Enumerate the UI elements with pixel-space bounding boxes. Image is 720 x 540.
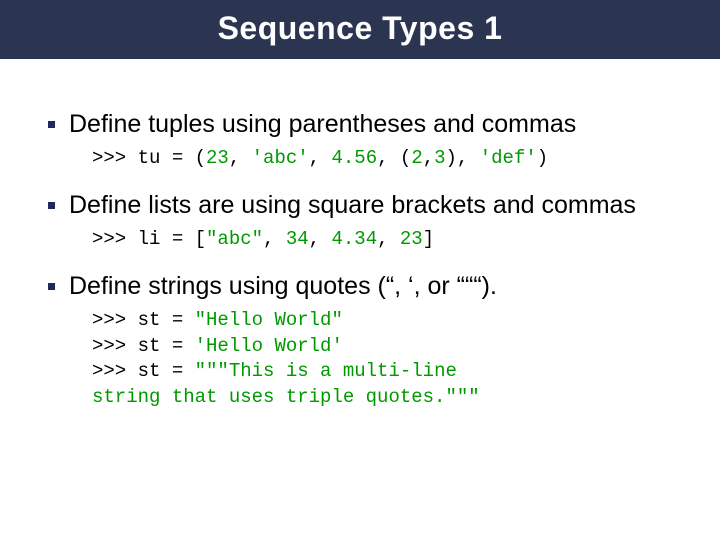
bullet-icon bbox=[48, 121, 55, 128]
bullet-item: Define strings using quotes (“, ‘, or ““… bbox=[48, 271, 680, 302]
bullet-icon bbox=[48, 202, 55, 209]
bullet-icon bbox=[48, 283, 55, 290]
bullet-text: Define strings using quotes (“, ‘, or ““… bbox=[69, 271, 497, 302]
bullet-text: Define tuples using parentheses and comm… bbox=[69, 109, 576, 140]
slide-content: Define tuples using parentheses and comm… bbox=[0, 109, 720, 411]
bullet-item: Define lists are using square brackets a… bbox=[48, 190, 680, 221]
bullet-item: Define tuples using parentheses and comm… bbox=[48, 109, 680, 140]
bullet-text: Define lists are using square brackets a… bbox=[69, 190, 636, 221]
slide-title: Sequence Types 1 bbox=[0, 10, 720, 47]
code-block: >>> tu = (23, 'abc', 4.56, (2,3), 'def') bbox=[92, 146, 680, 172]
title-bar: Sequence Types 1 bbox=[0, 0, 720, 59]
code-block: >>> st = "Hello World" >>> st = 'Hello W… bbox=[92, 308, 680, 411]
code-block: >>> li = ["abc", 34, 4.34, 23] bbox=[92, 227, 680, 253]
